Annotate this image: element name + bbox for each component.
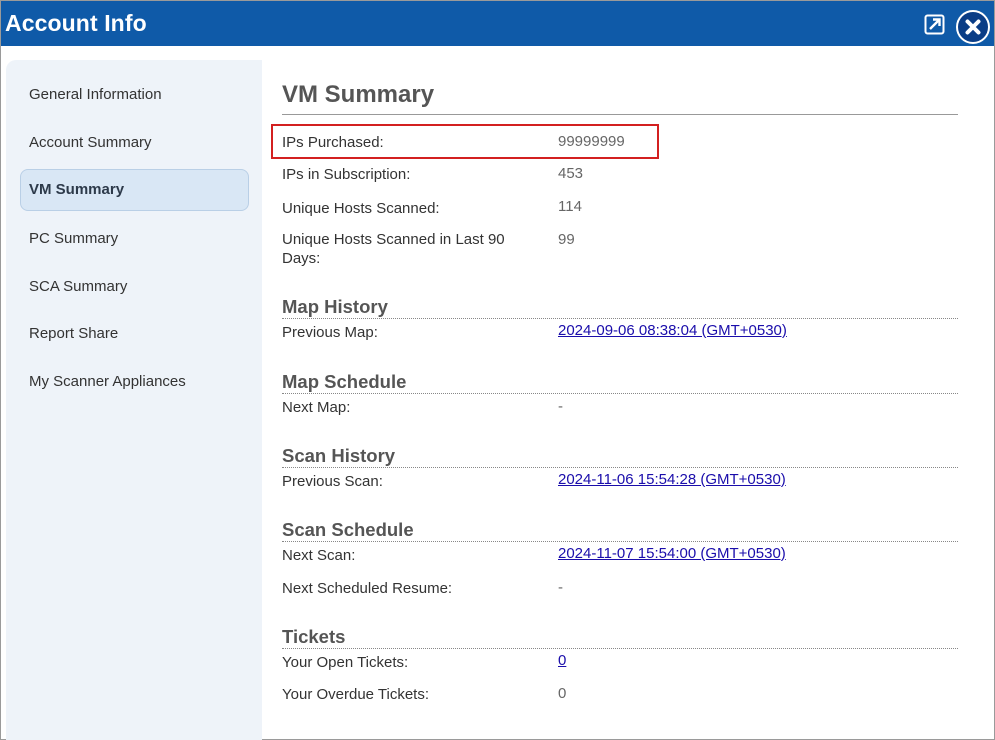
next-scan-link[interactable]: 2024-11-07 15:54:00 (GMT+0530) <box>558 544 786 563</box>
scan-history-heading: Scan History <box>282 445 396 466</box>
scan-schedule-heading: Scan Schedule <box>282 519 414 540</box>
popout-icon[interactable] <box>924 14 945 35</box>
next-map-value: - <box>558 398 563 415</box>
next-map-label: Next Map: <box>282 399 351 416</box>
sidebar-item-account-summary[interactable]: Account Summary <box>20 122 249 164</box>
scan-history-divider <box>282 467 958 468</box>
account-info-window: Account Info General Information Account… <box>0 0 995 740</box>
close-icon[interactable] <box>956 10 990 44</box>
unique-hosts-90-days-label: Unique Hosts Scanned in Last 90 Days: <box>282 231 505 267</box>
window-title: Account Info <box>5 10 147 36</box>
sidebar-item-report-share[interactable]: Report Share <box>20 313 249 355</box>
previous-map-link[interactable]: 2024-09-06 08:38:04 (GMT+0530) <box>558 321 787 340</box>
next-scheduled-resume-value: - <box>558 579 563 596</box>
main-content: VM Summary IPs Purchased: 99999999 IPs i… <box>282 59 958 739</box>
next-scan-label: Next Scan: <box>282 547 356 564</box>
title-bar: Account Info <box>1 1 994 46</box>
map-schedule-divider <box>282 393 958 394</box>
sidebar-item-sca-summary[interactable]: SCA Summary <box>20 266 249 308</box>
tickets-divider <box>282 648 958 649</box>
previous-map-label: Previous Map: <box>282 324 378 341</box>
sidebar-item-my-scanner-appliances[interactable]: My Scanner Appliances <box>20 361 249 403</box>
open-tickets-link[interactable]: 0 <box>558 651 566 670</box>
unique-hosts-scanned-value: 114 <box>558 198 582 215</box>
tickets-heading: Tickets <box>282 626 346 647</box>
ips-in-subscription-value: 453 <box>558 165 584 182</box>
unique-hosts-scanned-label: Unique Hosts Scanned: <box>282 200 440 217</box>
map-history-divider <box>282 318 958 319</box>
title-divider <box>282 114 958 115</box>
sidebar-item-vm-summary[interactable]: VM Summary <box>20 169 249 211</box>
map-history-heading: Map History <box>282 296 388 317</box>
ips-purchased-value: 99999999 <box>558 133 625 150</box>
previous-scan-link[interactable]: 2024-11-06 15:54:28 (GMT+0530) <box>558 470 786 489</box>
sidebar-nav: General Information Account Summary VM S… <box>6 60 262 740</box>
open-tickets-label: Your Open Tickets: <box>282 654 409 671</box>
previous-scan-label: Previous Scan: <box>282 473 383 490</box>
next-scheduled-resume-label: Next Scheduled Resume: <box>282 580 453 597</box>
ips-purchased-label: IPs Purchased: <box>282 134 384 151</box>
scan-schedule-divider <box>282 541 958 542</box>
ips-in-subscription-label: IPs in Subscription: <box>282 166 411 183</box>
sidebar-item-pc-summary[interactable]: PC Summary <box>20 218 249 260</box>
unique-hosts-90-days-value: 99 <box>558 231 575 248</box>
sidebar-item-general-information[interactable]: General Information <box>20 74 249 116</box>
map-schedule-heading: Map Schedule <box>282 371 407 392</box>
page-title: VM Summary <box>282 81 435 108</box>
overdue-tickets-label: Your Overdue Tickets: <box>282 686 430 703</box>
overdue-tickets-value: 0 <box>558 685 567 702</box>
